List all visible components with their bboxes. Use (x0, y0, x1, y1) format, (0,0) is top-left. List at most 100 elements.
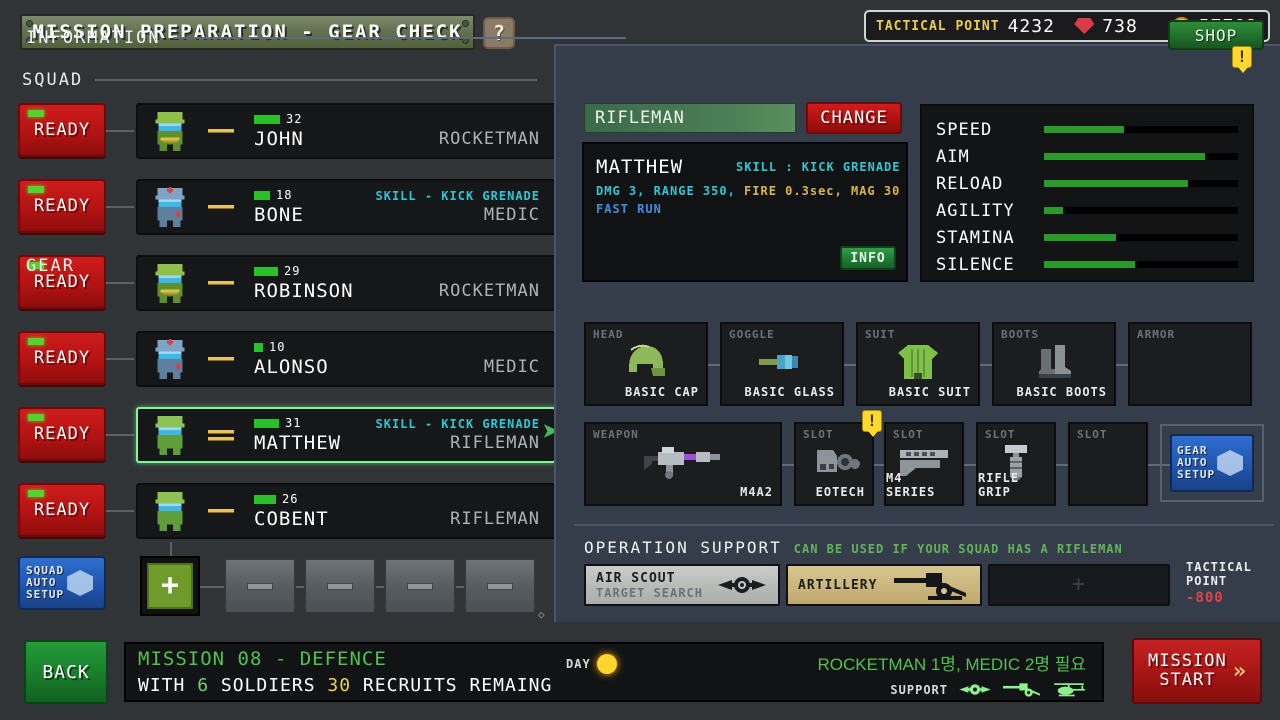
empty-slot[interactable] (464, 558, 536, 614)
member-name: JOHN (254, 128, 304, 150)
support-cost-label-1: TACTICAL (1186, 560, 1252, 574)
member-level: 31 (285, 416, 302, 430)
gear-auto-setup-button[interactable]: GEAR AUTO SETUP (1170, 434, 1254, 492)
stat-row: SPEED (936, 116, 1238, 143)
support-card-name: ARTILLERY (798, 577, 878, 593)
member-class: ROCKETMAN (438, 129, 540, 149)
class-display: RIFLEMAN (584, 103, 796, 133)
stat-row: AIM (936, 143, 1238, 170)
unit-name: MATTHEW (596, 156, 684, 178)
gear-slot-boots[interactable]: BOOTS BASIC BOOTS (992, 322, 1116, 406)
slot-connector (376, 586, 384, 588)
gear-slot-m4a2[interactable]: WEAPON M4A2 (584, 422, 782, 506)
support-card-name: AIR SCOUT (596, 570, 676, 586)
squad-auto-setup-label: SQUAD AUTO SETUP (26, 564, 65, 601)
empty-slot[interactable] (304, 558, 376, 614)
stat-fill (1044, 153, 1206, 160)
artillery-icon (894, 573, 966, 600)
resize-handle-icon[interactable]: ◇ (538, 608, 545, 621)
mission-title: MISSION 08 - DEFENCE (138, 648, 387, 670)
member-card[interactable]: 26 COBENT RIFLEMAN (136, 483, 556, 539)
ready-button[interactable]: READY (18, 331, 106, 385)
squad-member-row[interactable]: READY 32 JOHN ROCKETMAN (18, 103, 556, 161)
gear-slot-rifle-grip[interactable]: SLOT RIFLE GRIP (976, 422, 1056, 506)
mission-start-button[interactable]: MISSION START » (1132, 638, 1262, 704)
member-level: 32 (286, 112, 303, 126)
gear-slot-head[interactable]: HEAD BASIC CAP (584, 322, 708, 406)
rank-insignia (206, 205, 236, 209)
air-scout-icon (718, 577, 766, 593)
member-class: RIFLEMAN (450, 433, 540, 453)
ready-button[interactable]: READY (18, 483, 106, 537)
empty-slot[interactable] (224, 558, 296, 614)
member-card[interactable]: 10 ALONSO MEDIC (136, 331, 556, 387)
bottom-bar: BACK MISSION 08 - DEFENCE WITH 6 SOLDIER… (0, 624, 1280, 720)
member-card[interactable]: 31 MATTHEW SKILL - KICK GRENADE RIFLEMAN (136, 407, 556, 463)
stat-fill (1044, 261, 1136, 268)
stat-name: RELOAD (936, 173, 1004, 194)
ready-button[interactable]: READY (18, 179, 106, 233)
unit-perk: FAST RUN (596, 202, 662, 216)
sight-icon (807, 442, 861, 486)
gear-slot-eotech[interactable]: SLOT EOTECH (794, 422, 874, 506)
member-card[interactable]: 18 BONE SKILL - KICK GRENADE MEDIC (136, 179, 556, 235)
back-button[interactable]: BACK (24, 640, 108, 704)
information-divider (172, 37, 626, 39)
mission-info-strip: MISSION 08 - DEFENCE WITH 6 SOLDIERS 30 … (124, 642, 1104, 702)
slot-connector (200, 586, 224, 588)
plus-icon: + (147, 563, 193, 609)
squad-auto-setup-button[interactable]: SQUAD AUTO SETUP (18, 556, 106, 610)
unit-stats-panel: SPEED AIM RELOAD AGILITY STAMINA SILENCE (920, 104, 1254, 282)
rank-bar (208, 205, 234, 209)
rank-insignia (206, 429, 236, 441)
ready-led-icon (28, 186, 44, 193)
row-connector (106, 434, 134, 436)
artillery-icon (1003, 683, 1040, 697)
support-cost-label-2: POINT (1186, 574, 1228, 588)
boots-icon (1033, 341, 1075, 387)
rifleman-avatar (150, 414, 190, 456)
stat-track (1044, 234, 1238, 241)
member-class: MEDIC (483, 357, 540, 377)
stat-track (1044, 180, 1238, 187)
member-card[interactable]: 32 JOHN ROCKETMAN (136, 103, 556, 159)
empty-slot[interactable] (384, 558, 456, 614)
gear-slot-armor[interactable]: ARMOR (1128, 322, 1252, 406)
shop-alert-icon: ! (1232, 46, 1252, 73)
stat-row: STAMINA (936, 224, 1238, 251)
member-name: ALONSO (254, 356, 329, 378)
member-name: BONE (254, 204, 304, 226)
ready-button[interactable]: READY (18, 407, 106, 461)
rank-insignia (206, 509, 236, 513)
gear-slot-goggle[interactable]: GOGGLE BASIC GLASS (720, 322, 844, 406)
info-button[interactable]: INFO (840, 246, 896, 270)
requirement-text: ROCKETMAN 1명, MEDIC 2명 필요 (817, 655, 1086, 674)
member-name: ROBINSON (254, 280, 354, 302)
support-card-air-scout[interactable]: AIR SCOUT TARGET SEARCH (584, 564, 780, 606)
rifleman-avatar (150, 490, 190, 532)
squad-member-row[interactable]: READY 26 COBENT RIFLEMAN (18, 483, 556, 541)
support-card-artillery[interactable]: ARTILLERY (786, 564, 982, 606)
support-card-empty[interactable]: + (988, 564, 1170, 606)
rank-bar (208, 436, 234, 441)
change-label: CHANGE (820, 108, 888, 128)
gear-slot-suit[interactable]: SUIT BASIC SUIT (856, 322, 980, 406)
squad-member-row[interactable]: READY 31 MATTHEW SKILL - KICK GRENADE RIFLEM… (18, 407, 556, 465)
gear-slot-empty-4[interactable]: SLOT (1068, 422, 1148, 506)
gear-slot-m4-series[interactable]: SLOT M4 SERIES (884, 422, 964, 506)
squad-member-row[interactable]: READY 18 BONE SKILL - KICK GRENADE MEDIC (18, 179, 556, 237)
game-screen: MISSION PREPARATION - GEAR CHECK ? TACTI… (0, 0, 1280, 720)
member-skill (450, 493, 540, 507)
squad-member-row[interactable]: READY 10 ALONSO MEDIC (18, 331, 556, 389)
gem-value: 738 (1102, 15, 1138, 37)
dash-icon (327, 582, 353, 590)
gear-connector (844, 364, 856, 366)
ready-button[interactable]: READY (18, 103, 106, 157)
gear-slot-category: WEAPON (593, 428, 639, 441)
gear-slot-category: HEAD (593, 328, 624, 341)
ready-label: READY (33, 196, 91, 216)
change-class-button[interactable]: CHANGE (806, 102, 902, 134)
level-bar (254, 418, 279, 428)
add-member-slot[interactable]: + (140, 556, 200, 616)
slot-connector (456, 586, 464, 588)
